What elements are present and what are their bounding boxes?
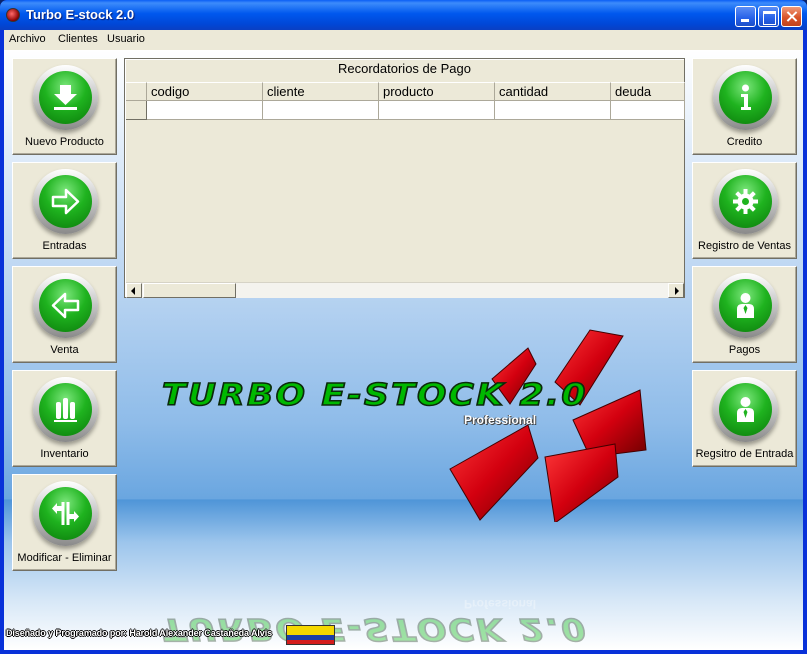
credito-button[interactable]: Credito xyxy=(692,58,797,155)
column-header-codigo[interactable]: codigo xyxy=(147,82,263,101)
entradas-button[interactable]: Entradas xyxy=(12,162,117,259)
scroll-left-arrow[interactable] xyxy=(126,283,142,298)
credits-text: Diseñado y Programado por: Harold Alexan… xyxy=(6,628,273,638)
info-icon xyxy=(713,65,778,130)
registro-entrada-label: Regsitro de Entrada xyxy=(695,448,794,460)
credito-label: Credito xyxy=(726,136,763,148)
arrow-left-icon xyxy=(33,273,98,338)
venta-button[interactable]: Venta xyxy=(12,266,117,363)
grid-cell[interactable] xyxy=(379,101,495,120)
grid-cell[interactable] xyxy=(611,101,685,120)
logo-reflection: TURBO E-STOCK 2.0 Professional xyxy=(161,496,662,647)
registro-entrada-button[interactable]: Regsitro de Entrada xyxy=(692,370,797,467)
download-icon xyxy=(33,65,98,130)
menu-usuario[interactable]: Usuario xyxy=(107,33,145,45)
column-header-producto[interactable]: producto xyxy=(379,82,495,101)
grid-header: codigo cliente producto cantidad deuda xyxy=(126,82,685,101)
grid-corner xyxy=(126,82,147,101)
bars-icon xyxy=(33,377,98,442)
window-border-left[interactable] xyxy=(0,30,4,654)
scroll-thumb[interactable] xyxy=(143,283,236,298)
minimize-button[interactable] xyxy=(735,6,756,27)
menu-clientes[interactable]: Clientes xyxy=(58,33,98,45)
title-bar[interactable]: Turbo E-stock 2.0 xyxy=(0,0,807,30)
window-border-bottom[interactable] xyxy=(0,650,807,654)
grid-caption: Recordatorios de Pago xyxy=(338,61,471,76)
scroll-right-arrow[interactable] xyxy=(668,283,684,298)
registro-ventas-button[interactable]: Registro de Ventas xyxy=(692,162,797,259)
horizontal-scrollbar[interactable] xyxy=(126,282,684,298)
app-icon[interactable] xyxy=(6,8,20,22)
inventario-button[interactable]: Inventario xyxy=(12,370,117,467)
split-arrows-icon xyxy=(33,481,98,546)
inventario-label: Inventario xyxy=(40,448,89,460)
column-header-cliente[interactable]: cliente xyxy=(263,82,379,101)
registro-ventas-label: Registro de Ventas xyxy=(698,240,791,252)
close-button[interactable] xyxy=(781,6,802,27)
main-panel: Nuevo Producto Entradas Venta Inventario xyxy=(4,50,803,650)
colombia-flag-icon xyxy=(286,625,335,645)
grid-cell[interactable] xyxy=(263,101,379,120)
column-header-cantidad[interactable]: cantidad xyxy=(495,82,611,101)
pagos-button[interactable]: Pagos xyxy=(692,266,797,363)
gear-icon xyxy=(713,169,778,234)
entradas-label: Entradas xyxy=(42,240,87,252)
payment-reminders-grid[interactable]: Recordatorios de Pago codigo cliente pro… xyxy=(124,58,685,298)
venta-label: Venta xyxy=(50,344,79,356)
window-title: Turbo E-stock 2.0 xyxy=(26,7,135,22)
logo-reflection-subtitle: Professional xyxy=(464,597,537,611)
grid-cell[interactable] xyxy=(495,101,611,120)
pagos-label: Pagos xyxy=(728,344,761,356)
user-icon xyxy=(713,273,778,338)
logo-subtitle: Professional xyxy=(464,413,537,427)
app-window: Turbo E-stock 2.0 Archivo Clientes Usuar… xyxy=(0,0,807,654)
menu-bar: Archivo Clientes Usuario xyxy=(4,30,803,50)
row-selector[interactable] xyxy=(126,101,147,120)
modificar-eliminar-button[interactable]: Modificar - Eliminar xyxy=(12,474,117,571)
window-border-right[interactable] xyxy=(803,30,807,654)
column-header-deuda[interactable]: deuda xyxy=(611,82,685,101)
nuevo-producto-button[interactable]: Nuevo Producto xyxy=(12,58,117,155)
menu-archivo[interactable]: Archivo xyxy=(9,33,46,45)
maximize-button[interactable] xyxy=(758,6,779,27)
logo-title: TURBO E-STOCK 2.0 xyxy=(161,377,588,414)
arrow-right-icon xyxy=(33,169,98,234)
grid-cell[interactable] xyxy=(147,101,263,120)
user-icon xyxy=(713,377,778,442)
nuevo-producto-label: Nuevo Producto xyxy=(25,136,104,148)
client-area: Archivo Clientes Usuario Nuevo Producto … xyxy=(4,30,803,650)
modificar-eliminar-label: Modificar - Eliminar xyxy=(17,552,112,564)
